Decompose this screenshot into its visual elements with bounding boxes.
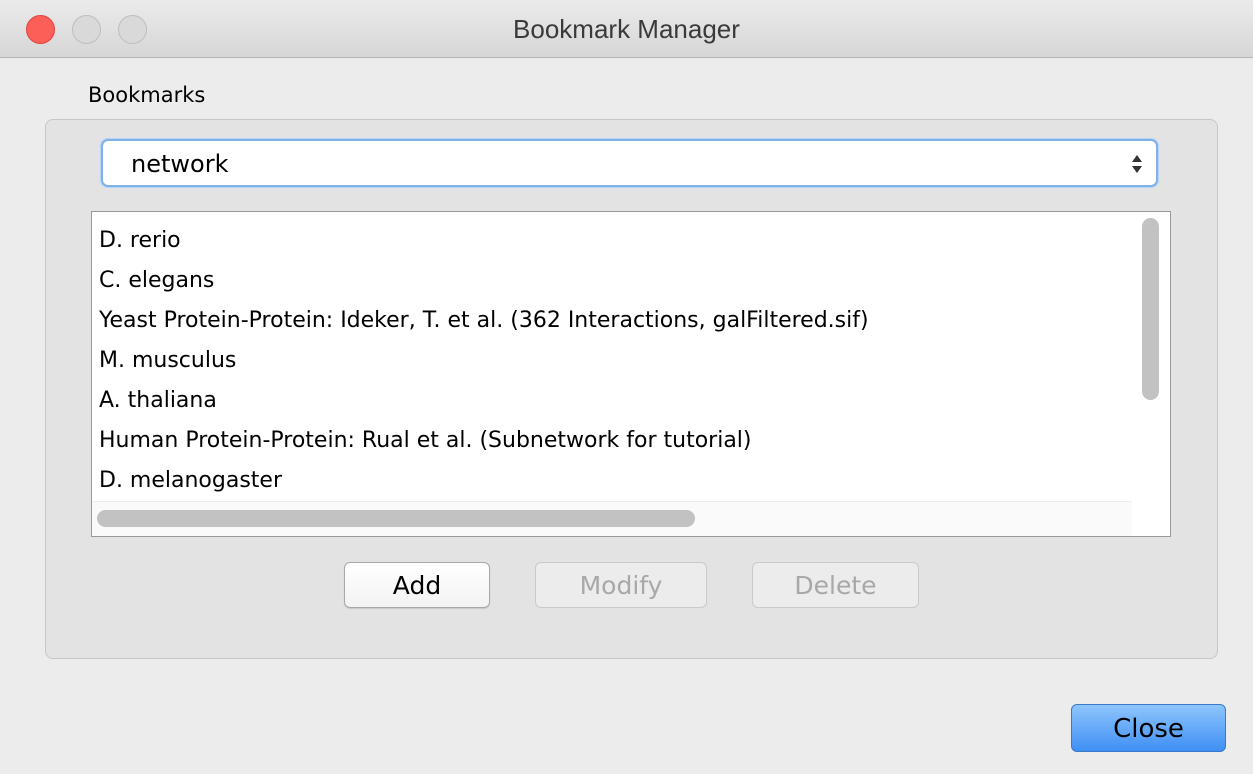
horizontal-scrollbar-thumb[interactable] (97, 510, 695, 527)
category-select[interactable]: network (101, 139, 1158, 187)
bookmark-list-items: D. rerio C. elegans Yeast Protein-Protei… (99, 221, 869, 501)
list-item[interactable]: D. melanogaster (99, 461, 869, 501)
list-item[interactable]: M. musculus (99, 341, 869, 381)
vertical-scrollbar-thumb[interactable] (1142, 218, 1159, 400)
list-item[interactable]: A. thaliana (99, 381, 869, 421)
modify-button[interactable]: Modify (535, 562, 707, 608)
updown-arrows-icon (1132, 155, 1142, 173)
category-select-value: network (131, 150, 229, 178)
bookmarks-label: Bookmarks (88, 83, 206, 107)
add-button[interactable]: Add (344, 562, 490, 608)
list-item[interactable]: D. rerio (99, 221, 869, 261)
delete-button[interactable]: Delete (752, 562, 919, 608)
scrollbar-corner (1132, 501, 1170, 536)
list-item[interactable]: C. elegans (99, 261, 869, 301)
vertical-scrollbar[interactable] (1132, 212, 1170, 501)
bookmark-list[interactable]: D. rerio C. elegans Yeast Protein-Protei… (91, 211, 1171, 537)
list-item[interactable]: Yeast Protein-Protein: Ideker, T. et al.… (99, 301, 869, 341)
list-item[interactable]: Human Protein-Protein: Rual et al. (Subn… (99, 421, 869, 461)
close-button[interactable]: Close (1071, 704, 1226, 752)
title-bar: Bookmark Manager (0, 0, 1253, 58)
horizontal-scrollbar[interactable] (92, 501, 1132, 536)
window-title: Bookmark Manager (513, 14, 740, 44)
